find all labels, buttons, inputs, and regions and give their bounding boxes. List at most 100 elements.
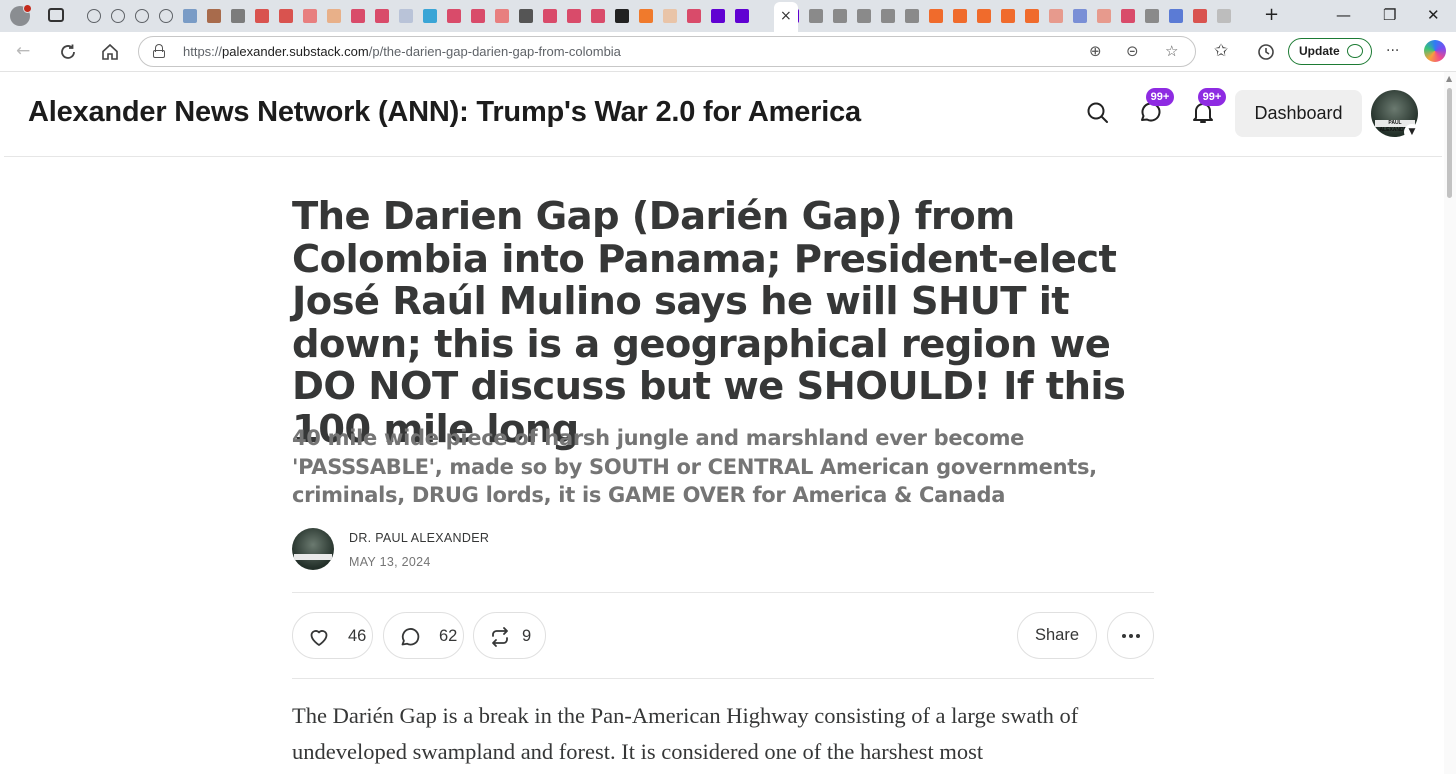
update-face-icon	[1347, 44, 1363, 58]
restore-button[interactable]: ❐	[1383, 6, 1396, 24]
chevron-down-icon[interactable]: ▼	[1404, 124, 1420, 140]
url-text[interactable]: https://palexander.substack.com/p/the-da…	[183, 44, 621, 59]
scroll-up-icon[interactable]: ▲	[1446, 74, 1452, 83]
update-button[interactable]: Update	[1288, 38, 1372, 65]
search-icon[interactable]	[1085, 100, 1111, 126]
address-bar[interactable]: https://palexander.substack.com/p/the-da…	[138, 36, 1196, 67]
page-scrollbar[interactable]: ▲	[1444, 72, 1456, 774]
new-tab-button[interactable]: +	[1264, 4, 1279, 25]
zoom-icon[interactable]: ⊕	[1089, 42, 1102, 60]
author-avatar[interactable]	[292, 528, 334, 570]
left-tab-favicon-0[interactable]	[87, 9, 101, 23]
restack-button[interactable]: 9	[473, 612, 546, 659]
left-tab-favicon-19[interactable]	[543, 9, 557, 23]
right-tab-favicon-3[interactable]	[857, 9, 871, 23]
right-tab-favicon-8[interactable]	[977, 9, 991, 23]
home-icon[interactable]	[100, 42, 120, 62]
left-tab-favicon-20[interactable]	[567, 9, 581, 23]
notifications-badge: 99+	[1198, 88, 1226, 106]
left-tab-favicon-26[interactable]	[711, 9, 725, 23]
left-tab-favicon-27[interactable]	[735, 9, 749, 23]
site-header: Alexander News Network (ANN): Trump's Wa…	[4, 72, 1442, 157]
copilot-icon[interactable]	[1424, 40, 1446, 62]
right-tab-favicon-14[interactable]	[1121, 9, 1135, 23]
left-tab-favicon-10[interactable]	[327, 9, 341, 23]
active-tab[interactable]: ×	[774, 2, 798, 32]
right-tab-favicon-1[interactable]	[809, 9, 823, 23]
right-tab-favicon-12[interactable]	[1073, 9, 1087, 23]
reload-icon[interactable]	[58, 42, 78, 62]
right-tab-favicon-11[interactable]	[1049, 9, 1063, 23]
left-tab-favicon-17[interactable]	[495, 9, 509, 23]
right-tab-favicon-2[interactable]	[833, 9, 847, 23]
article-subtitle: 40 mile wide piece of harsh jungle and m…	[292, 426, 1097, 507]
article-title: The Darien Gap (Darién Gap) from Colombi…	[292, 194, 1126, 452]
left-tab-favicon-4[interactable]	[183, 9, 197, 23]
favorite-star-icon[interactable]: ☆	[1165, 42, 1178, 60]
left-tab-favicon-6[interactable]	[231, 9, 245, 23]
publish-date: MAY 13, 2024	[349, 555, 431, 569]
back-arrow-icon[interactable]: ←	[16, 41, 30, 61]
right-tab-favicon-16[interactable]	[1169, 9, 1183, 23]
share-button[interactable]: Share	[1017, 612, 1097, 659]
update-label: Update	[1299, 44, 1340, 58]
site-title[interactable]: Alexander News Network (ANN): Trump's Wa…	[28, 96, 861, 129]
scrollbar-thumb[interactable]	[1447, 88, 1452, 198]
minimize-button[interactable]: —	[1336, 6, 1351, 24]
left-tab-favicon-14[interactable]	[423, 9, 437, 23]
left-tab-favicon-9[interactable]	[303, 9, 317, 23]
left-tab-favicon-22[interactable]	[615, 9, 629, 23]
right-tab-favicon-15[interactable]	[1145, 9, 1159, 23]
browser-toolbar: ← https://palexander.substack.com/p/the-…	[0, 32, 1456, 72]
history-icon[interactable]	[1256, 42, 1276, 62]
more-options-button[interactable]	[1107, 612, 1154, 659]
browser-tab-strip: × + — ❐ ✕	[0, 0, 1456, 32]
author-name[interactable]: DR. PAUL ALEXANDER	[349, 531, 489, 545]
restack-count: 9	[522, 627, 532, 645]
left-tab-favicon-18[interactable]	[519, 9, 533, 23]
left-tab-favicon-25[interactable]	[687, 9, 701, 23]
profile-icon[interactable]	[10, 4, 32, 26]
restack-icon	[492, 627, 508, 647]
right-tab-favicon-9[interactable]	[1001, 9, 1015, 23]
left-tab-favicon-1[interactable]	[111, 9, 125, 23]
chat-badge: 99+	[1146, 88, 1174, 106]
comment-button[interactable]: 62	[383, 612, 464, 659]
left-tab-favicon-13[interactable]	[399, 9, 413, 23]
tab-favicons[interactable]	[82, 6, 1252, 26]
left-tab-favicon-2[interactable]	[135, 9, 149, 23]
dashboard-button[interactable]: Dashboard	[1235, 90, 1362, 137]
lock-icon[interactable]	[153, 44, 165, 58]
left-tab-favicon-5[interactable]	[207, 9, 221, 23]
left-tab-favicon-7[interactable]	[255, 9, 269, 23]
divider-top	[292, 592, 1154, 593]
close-window-button[interactable]: ✕	[1427, 6, 1440, 24]
right-tab-favicon-10[interactable]	[1025, 9, 1039, 23]
like-button[interactable]: 46	[292, 612, 373, 659]
read-aloud-icon[interactable]: ⊝	[1126, 42, 1139, 60]
close-tab-icon[interactable]: ×	[780, 8, 792, 24]
left-tab-favicon-16[interactable]	[471, 9, 485, 23]
left-tab-favicon-8[interactable]	[279, 9, 293, 23]
settings-more-icon[interactable]: ···	[1386, 41, 1399, 61]
tab-actions-icon[interactable]	[48, 8, 64, 22]
right-tab-favicon-4[interactable]	[881, 9, 895, 23]
right-tab-favicon-17[interactable]	[1193, 9, 1207, 23]
left-tab-favicon-12[interactable]	[375, 9, 389, 23]
left-tab-favicon-15[interactable]	[447, 9, 461, 23]
divider-bottom	[292, 678, 1154, 679]
right-tab-favicon-18[interactable]	[1217, 9, 1231, 23]
comment-icon	[401, 628, 420, 646]
left-tab-favicon-21[interactable]	[591, 9, 605, 23]
comment-count: 62	[439, 627, 458, 645]
right-tab-favicon-13[interactable]	[1097, 9, 1111, 23]
more-dots-icon	[1122, 634, 1126, 638]
left-tab-favicon-24[interactable]	[663, 9, 677, 23]
right-tab-favicon-6[interactable]	[929, 9, 943, 23]
left-tab-favicon-23[interactable]	[639, 9, 653, 23]
left-tab-favicon-11[interactable]	[351, 9, 365, 23]
right-tab-favicon-5[interactable]	[905, 9, 919, 23]
favorites-icon[interactable]: ✩	[1214, 41, 1228, 61]
left-tab-favicon-3[interactable]	[159, 9, 173, 23]
right-tab-favicon-7[interactable]	[953, 9, 967, 23]
